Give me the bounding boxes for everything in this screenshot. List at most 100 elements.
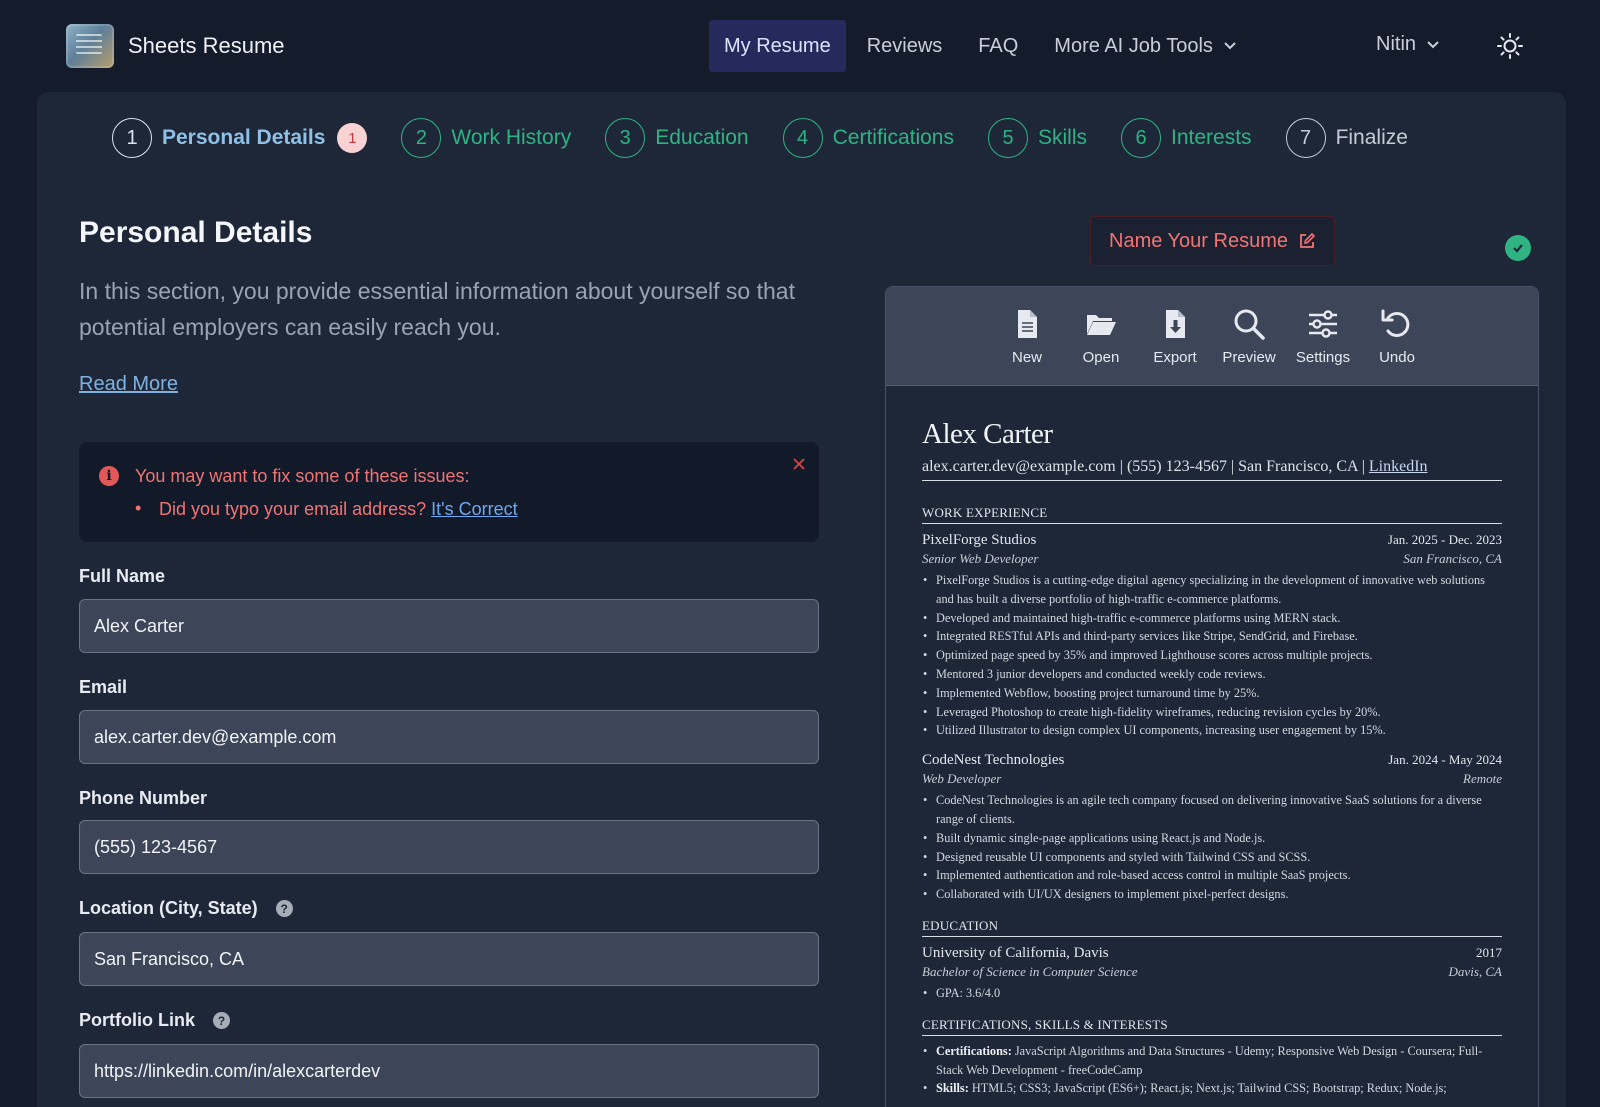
brand[interactable]: Sheets Resume <box>66 24 285 68</box>
top-navbar: Sheets Resume My Resume Reviews FAQ More… <box>0 0 1600 92</box>
help-icon[interactable]: ? <box>275 900 293 917</box>
search-icon <box>1234 309 1265 340</box>
stepper: 1 Personal Details 1 2 Work History 3 Ed… <box>112 118 1442 158</box>
edu-year: 2017 <box>1476 944 1502 960</box>
nav-links: My Resume Reviews FAQ More AI Job Tools <box>709 20 1258 72</box>
settings-button[interactable]: Settings <box>1293 307 1353 385</box>
resume-contact: alex.carter.dev@example.com | (555) 123-… <box>922 458 1502 481</box>
sun-icon[interactable] <box>1496 32 1524 60</box>
nav-my-resume[interactable]: My Resume <box>709 20 846 72</box>
job-bullet: Utilized Illustrator to design complex U… <box>922 721 1502 740</box>
issue-item: Did you typo your email address? It's Co… <box>135 498 518 520</box>
issues-title: You may want to fix some of these issues… <box>135 466 470 486</box>
step-number: 4 <box>782 118 823 158</box>
undo-icon <box>1381 309 1410 337</box>
step-label: Personal Details <box>162 126 326 149</box>
step-finalize[interactable]: 7 Finalize <box>1285 118 1408 158</box>
export-button[interactable]: Export <box>1145 307 1205 385</box>
step-number: 6 <box>1121 118 1162 158</box>
step-certifications[interactable]: 4 Certifications <box>782 118 954 158</box>
nav-more-tools[interactable]: More AI Job Tools <box>1039 20 1252 72</box>
info-icon: i <box>99 466 119 486</box>
job-bullet: Leveraged Photoshop to create high-fidel… <box>922 703 1502 722</box>
job-bullet: Implemented Webflow, boosting project tu… <box>922 684 1502 703</box>
resume-section-heading: CERTIFICATIONS, SKILLS & INTERESTS <box>922 1017 1502 1036</box>
help-icon[interactable]: ? <box>213 1012 230 1029</box>
step-work-history[interactable]: 2 Work History <box>401 118 571 158</box>
step-label: Interests <box>1171 126 1252 149</box>
close-icon[interactable] <box>791 456 807 472</box>
user-name: Nitin <box>1376 33 1417 55</box>
job-bullet: Integrated RESTful APIs and third-party … <box>922 627 1502 646</box>
file-download-icon <box>1166 310 1185 338</box>
chevron-down-icon <box>1224 42 1236 50</box>
sliders-icon <box>1309 310 1337 338</box>
step-label: Work History <box>451 126 572 149</box>
user-menu[interactable]: Nitin <box>1376 33 1440 56</box>
issues-alert: i You may want to fix some of these issu… <box>79 442 819 542</box>
resume-section-heading: EDUCATION <box>922 918 1502 937</box>
nav-reviews[interactable]: Reviews <box>852 20 958 72</box>
preview-button[interactable]: Preview <box>1219 307 1279 385</box>
job-bullet: Collaborated with UI/UX designers to imp… <box>922 885 1502 904</box>
step-skills[interactable]: 5 Skills <box>988 118 1087 158</box>
location-input[interactable]: San Francisco, CA <box>79 932 819 986</box>
resume-document: Alex Carter alex.carter.dev@example.com … <box>886 386 1538 1107</box>
job-bullet: Designed reusable UI components and styl… <box>922 848 1502 867</box>
nav-faq[interactable]: FAQ <box>963 20 1033 72</box>
job-location: Remote <box>1463 771 1502 787</box>
linkedin-link[interactable]: LinkedIn <box>1369 458 1428 475</box>
section-intro: In this section, you provide essential i… <box>79 278 795 340</box>
step-number: 5 <box>988 118 1028 158</box>
new-button[interactable]: New <box>997 307 1057 385</box>
step-label: Certifications <box>832 126 954 149</box>
logo-icon <box>66 24 114 68</box>
job-company: CodeNest Technologies <box>922 752 1065 769</box>
step-education[interactable]: 3 Education <box>605 118 749 158</box>
step-personal-details[interactable]: 1 Personal Details 1 <box>112 118 368 158</box>
open-button[interactable]: Open <box>1071 307 1131 385</box>
full-name-input[interactable]: Alex Carter <box>79 599 819 653</box>
job-entry: CodeNest Technologies Jan. 2024 - May 20… <box>922 752 1502 904</box>
step-number: 3 <box>605 118 646 158</box>
resume-section-heading: WORK EXPERIENCE <box>922 505 1502 524</box>
page-title: Personal Details <box>79 216 313 249</box>
its-correct-link[interactable]: It's Correct <box>431 499 517 519</box>
job-bullet: Built dynamic single-page applications u… <box>922 829 1502 848</box>
job-bullet: Developed and maintained high-traffic e-… <box>922 609 1502 628</box>
resume-preview-panel: New Open Export Preview Settings Undo Al… <box>885 286 1539 1107</box>
email-label: Email <box>79 677 128 697</box>
job-role: Senior Web Developer <box>922 551 1039 566</box>
education-entry: University of California, Davis 2017 Bac… <box>922 945 1502 1003</box>
brand-name: Sheets Resume <box>128 33 285 58</box>
job-bullet: Mentored 3 junior developers and conduct… <box>922 665 1502 684</box>
file-icon <box>1018 310 1037 338</box>
phone-input[interactable]: (555) 123-4567 <box>79 820 819 874</box>
job-bullet: Optimized page speed by 35% and improved… <box>922 646 1502 665</box>
edit-icon <box>1300 232 1316 248</box>
job-dates: Jan. 2025 - Dec. 2023 <box>1387 532 1502 547</box>
read-more-link[interactable]: Read More <box>79 373 178 396</box>
email-input[interactable]: alex.carter.dev@example.com <box>79 710 819 764</box>
saved-check-icon <box>1505 235 1531 261</box>
full-name-label: Full Name <box>79 566 166 586</box>
job-company: PixelForge Studios <box>922 532 1037 548</box>
undo-button[interactable]: Undo <box>1367 307 1427 385</box>
issue-count-badge: 1 <box>337 123 368 153</box>
step-label: Education <box>655 126 749 149</box>
step-number: 1 <box>112 118 152 158</box>
job-bullet: PixelForge Studios is a cutting-edge dig… <box>922 571 1502 609</box>
step-label: Skills <box>1038 126 1088 149</box>
step-number: 7 <box>1285 118 1326 158</box>
portfolio-input[interactable]: https://linkedin.com/in/alexcarterdev <box>79 1044 819 1098</box>
phone-label: Phone Number <box>79 788 208 808</box>
step-interests[interactable]: 6 Interests <box>1121 118 1252 158</box>
job-bullet: CodeNest Technologies is an agile tech c… <box>922 791 1502 829</box>
step-label: Finalize <box>1335 126 1408 149</box>
resume-name: Alex Carter <box>922 418 1053 450</box>
portfolio-label: Portfolio Link? <box>79 1010 230 1031</box>
job-role: Web Developer <box>922 771 1002 787</box>
job-entry: PixelForge Studios Jan. 2025 - Dec. 2023… <box>922 532 1502 740</box>
location-label: Location (City, State)? <box>79 898 293 919</box>
name-your-resume-button[interactable]: Name Your Resume <box>1090 216 1335 266</box>
